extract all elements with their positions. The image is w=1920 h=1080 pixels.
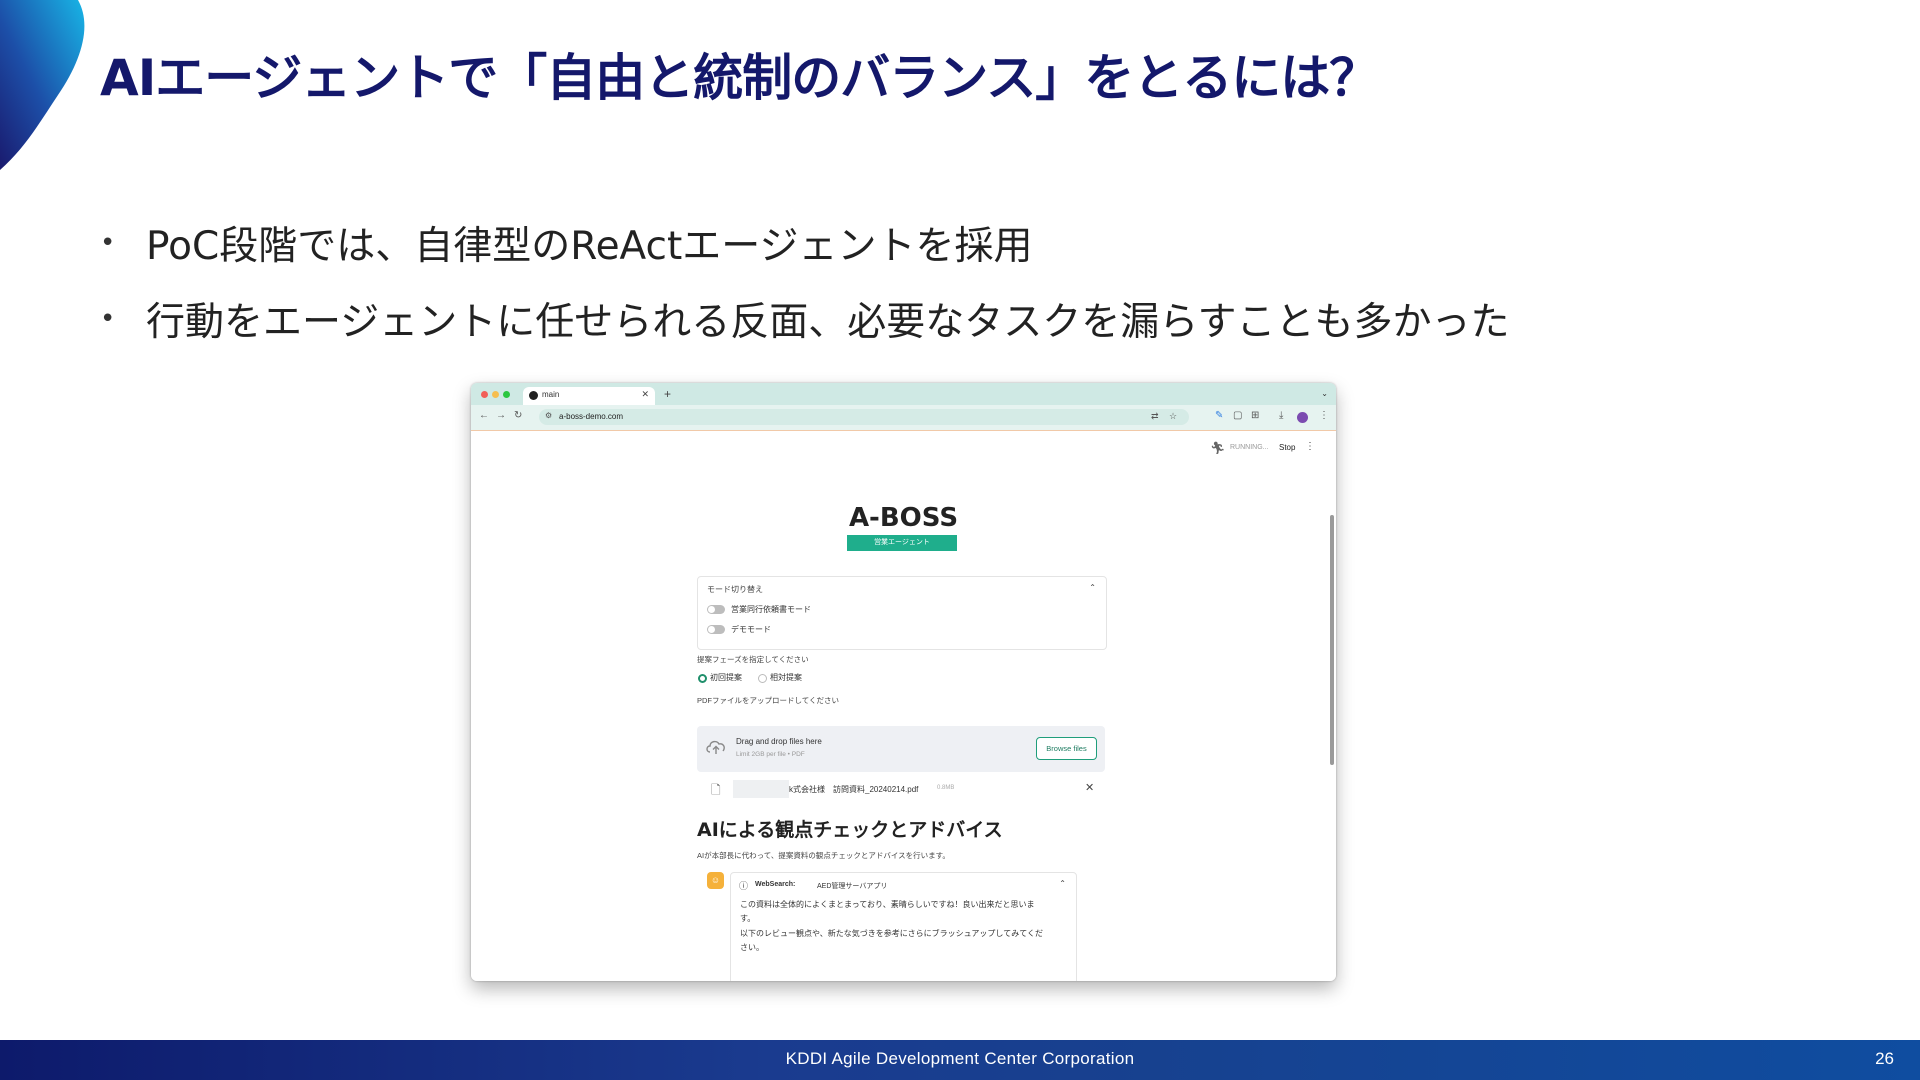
remove-file-icon[interactable]: ✕	[1085, 781, 1094, 794]
bullet-item: • 行動をエージェントに任せられる反面、必要なタスクを漏らすことも多かった	[100, 281, 1509, 357]
download-icon[interactable]: ⤓	[1279, 410, 1283, 421]
advice-text-line: この資料は全体的によくまとまっており、素晴らしいですね！良い出来だと思いま	[740, 900, 1035, 909]
slide-footer: KDDI Agile Development Center Corporatio…	[0, 1040, 1920, 1080]
bullet-text: 行動をエージェントに任せられる反面、必要なタスクを漏らすことも多かった	[146, 300, 1510, 345]
info-clock-icon: ⓘ	[739, 881, 749, 891]
corner-swoosh-decoration	[0, 0, 85, 170]
app-badge: 営業エージェント	[847, 535, 957, 551]
advice-heading: AIによる観点チェックとアドバイス	[697, 819, 1003, 841]
advice-text-line: 以下のレビュー観点や、新たな気づきを参考にさらにブラッシュアップしてみてくだ	[740, 929, 1043, 938]
tab-search-chevron-icon[interactable]: ⌄	[1321, 389, 1328, 398]
upload-label: PDFファイルをアップロードしてください	[697, 696, 840, 705]
forward-arrow-icon[interactable]: →	[496, 410, 506, 421]
app-title: A-BOSS	[848, 503, 959, 533]
bullet-text: PoC段階では、自律型のReActエージェントを採用	[146, 224, 1033, 269]
bookmark-star-icon[interactable]: ☆	[1169, 411, 1177, 422]
toggle-label: 営業同行依頼書モード	[731, 605, 811, 614]
web-page: 🏃︎ RUNNING... Stop ⋮ A-BOSS 営業エージェント モード…	[471, 431, 1336, 981]
extension-key-icon[interactable]: ✎	[1215, 410, 1223, 421]
phase-label: 提案フェーズを指定してください	[697, 655, 809, 664]
chevron-up-icon[interactable]: ⌃	[1089, 583, 1096, 592]
url-text: a-boss-demo.com	[559, 412, 624, 421]
new-tab-icon[interactable]: +	[664, 387, 671, 401]
tab-close-icon[interactable]: ✕	[641, 389, 649, 400]
bullet-dot: •	[100, 228, 116, 258]
dropzone-title: Drag and drop files here	[736, 737, 822, 746]
maximize-window-dot[interactable]	[503, 391, 510, 398]
radio-label: 相対提案	[770, 673, 802, 682]
tab-favicon-icon	[529, 391, 538, 400]
stop-button[interactable]: Stop	[1279, 443, 1295, 452]
bullet-dot: •	[100, 304, 116, 334]
radio-first-proposal[interactable]	[698, 674, 707, 683]
advice-message: ⓘ WebSearch: AED管理サーバアプリ ⌃ この資料は全体的によくまと…	[730, 872, 1077, 981]
browser-tab-bar: main ✕ + ⌄	[471, 383, 1336, 405]
radio-relative-proposal[interactable]	[758, 674, 767, 683]
advice-text-line: さい。	[740, 943, 764, 952]
toggle-sales-request-mode[interactable]	[707, 605, 725, 614]
browser-menu-icon[interactable]: ⋮	[1319, 410, 1329, 421]
browser-tab[interactable]: main ✕	[523, 387, 655, 405]
profile-avatar[interactable]	[1297, 412, 1308, 423]
toggle-label: デモモード	[731, 625, 771, 634]
bot-avatar-icon: ☺	[707, 872, 724, 889]
chevron-up-icon[interactable]: ⌃	[1059, 879, 1066, 888]
bullet-item: • PoC段階では、自律型のReActエージェントを採用	[100, 205, 1509, 281]
puzzle-extensions-icon[interactable]: ⊞	[1251, 410, 1259, 421]
address-bar[interactable]: ⚙ a-boss-demo.com ⇄ ☆	[539, 409, 1189, 425]
running-person-icon: 🏃︎	[1210, 441, 1226, 455]
minimize-window-dot[interactable]	[492, 391, 499, 398]
extension-icon[interactable]: ▢	[1233, 410, 1242, 421]
page-scrollbar[interactable]	[1330, 515, 1334, 765]
browser-toolbar: ← → ↻ ⚙ a-boss-demo.com ⇄ ☆ ✎ ▢ ⊞ ⤓ ⋮	[471, 405, 1336, 431]
tab-title: main	[542, 390, 560, 399]
dropzone-limit: Limit 2GB per file • PDF	[736, 751, 805, 758]
uploaded-file-size: 0.8MB	[937, 785, 955, 791]
toggle-demo-mode[interactable]	[707, 625, 725, 634]
websearch-query: AED管理サーバアプリ	[817, 883, 888, 890]
radio-label: 初回提案	[710, 673, 742, 682]
advice-text-line: す。	[740, 914, 756, 923]
app-menu-icon[interactable]: ⋮	[1305, 441, 1315, 452]
websearch-tool-label[interactable]: WebSearch:	[755, 881, 795, 888]
browse-files-button[interactable]: Browse files	[1036, 737, 1097, 760]
file-dropzone[interactable]: Drag and drop files here Limit 2GB per f…	[697, 726, 1105, 772]
cloud-upload-icon	[706, 740, 725, 754]
translate-icon[interactable]: ⇄	[1151, 411, 1159, 422]
document-icon: 🗋	[711, 783, 721, 797]
back-arrow-icon[interactable]: ←	[479, 410, 489, 421]
site-settings-icon[interactable]: ⚙	[545, 411, 552, 420]
footer-company: KDDI Agile Development Center Corporatio…	[785, 1049, 1135, 1068]
uploaded-file-name: k式会社様 訪問資料_20240214.pdf	[789, 785, 919, 794]
close-window-dot[interactable]	[481, 391, 488, 398]
run-status: RUNNING...	[1230, 444, 1269, 451]
browser-window: main ✕ + ⌄ ← → ↻ ⚙ a-boss-demo.com ⇄ ☆ ✎…	[471, 383, 1336, 981]
mode-panel-title[interactable]: モード切り替え	[707, 584, 763, 595]
bullet-list: • PoC段階では、自律型のReActエージェントを採用 • 行動をエージェント…	[100, 205, 1509, 357]
advice-description: AIが本部長に代わって、提案資料の観点チェックとアドバイスを行います。	[697, 851, 950, 860]
page-number: 26	[1875, 1049, 1894, 1068]
redacted-file-prefix	[733, 780, 789, 798]
slide-title: AIエージェントで「自由と統制のバランス」をとるには？	[100, 49, 1379, 107]
mode-switch-panel: モード切り替え ⌃ 営業同行依頼書モード デモモード	[697, 576, 1107, 650]
reload-icon[interactable]: ↻	[514, 410, 522, 421]
